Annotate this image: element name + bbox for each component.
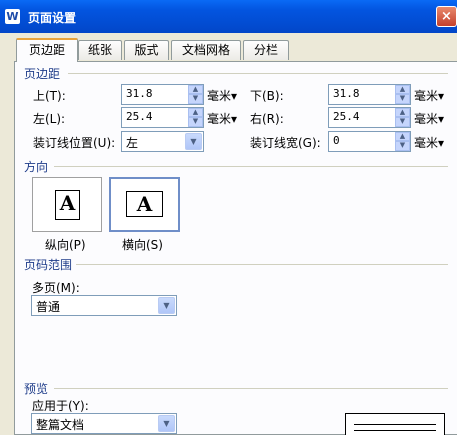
spin-down-icon[interactable]: ▼ (188, 94, 203, 104)
pages-section-title: 页码范围 (24, 258, 73, 272)
spin-up-icon[interactable]: ▲ (188, 85, 203, 94)
landscape-glyph: A (136, 192, 153, 216)
tab-paper[interactable]: 纸张 (78, 40, 122, 60)
orientation-divider (54, 166, 448, 167)
top-margin-label: 上(T): (33, 89, 66, 103)
gutter-width-value: 0 (333, 134, 340, 147)
close-button[interactable]: × (436, 6, 457, 27)
bottom-margin-label: 下(B): (250, 89, 284, 103)
gutter-width-unit[interactable]: 毫米▾ (414, 134, 444, 151)
bottom-margin-value: 31.8 (333, 87, 360, 100)
orientation-section-title: 方向 (24, 160, 49, 174)
preview-page (345, 413, 445, 435)
top-margin-unit[interactable]: 毫米▾ (207, 87, 237, 104)
spin-up-icon[interactable]: ▲ (395, 108, 410, 117)
spin-down-icon[interactable]: ▼ (395, 94, 410, 104)
tab-document-grid[interactable]: 文档网格 (171, 40, 241, 60)
landscape-option[interactable]: A (109, 177, 180, 232)
preview-text-line (354, 430, 436, 431)
portrait-page-icon: A (55, 190, 80, 220)
left-margin-unit[interactable]: 毫米▾ (207, 110, 237, 127)
top-margin-spinner[interactable]: 31.8 ▲ ▼ (121, 84, 204, 105)
spin-up-icon[interactable]: ▲ (395, 85, 410, 94)
right-margin-spinner[interactable]: 25.4 ▲ ▼ (328, 107, 411, 128)
bottom-margin-spinner[interactable]: 31.8 ▲ ▼ (328, 84, 411, 105)
spin-down-icon[interactable]: ▼ (395, 141, 410, 151)
left-margin-label: 左(L): (33, 112, 66, 126)
gutter-position-value: 左 (126, 136, 139, 150)
apply-to-value: 整篇文档 (36, 418, 85, 432)
landscape-label[interactable]: 横向(S) (122, 236, 163, 253)
chevron-down-icon[interactable]: ▼ (185, 133, 202, 150)
margins-divider (68, 73, 448, 74)
portrait-option[interactable]: A (32, 177, 102, 232)
top-margin-value: 31.8 (126, 87, 153, 100)
spin-down-icon[interactable]: ▼ (188, 117, 203, 127)
chevron-down-icon[interactable]: ▼ (158, 297, 175, 314)
spin-up-icon[interactable]: ▲ (188, 108, 203, 117)
multiple-pages-value: 普通 (36, 300, 61, 314)
right-margin-value: 25.4 (333, 110, 360, 123)
portrait-label[interactable]: 纵向(P) (45, 236, 86, 253)
spin-down-icon[interactable]: ▼ (395, 117, 410, 127)
preview-divider (54, 388, 448, 389)
left-margin-value: 25.4 (126, 110, 153, 123)
right-margin-label: 右(R): (250, 112, 284, 126)
preview-text-line (354, 424, 436, 425)
pages-divider (76, 264, 448, 265)
bottom-margin-unit[interactable]: 毫米▾ (414, 87, 444, 104)
preview-section-title: 预览 (24, 382, 49, 396)
apply-to-select[interactable]: 整篇文档 ▼ (31, 413, 177, 434)
tab-columns[interactable]: 分栏 (243, 40, 289, 60)
left-margin-spinner[interactable]: 25.4 ▲ ▼ (121, 107, 204, 128)
gutter-width-label: 装订线宽(G): (250, 136, 321, 150)
gutter-position-label: 装订线位置(U): (33, 136, 116, 150)
portrait-glyph: A (59, 191, 76, 215)
gutter-width-spinner[interactable]: 0 ▲ ▼ (328, 131, 411, 152)
chevron-down-icon[interactable]: ▼ (158, 415, 175, 432)
spin-up-icon[interactable]: ▲ (395, 132, 410, 141)
gutter-position-select[interactable]: 左 ▼ (121, 131, 204, 152)
landscape-page-icon: A (126, 191, 163, 217)
tab-margins[interactable]: 页边距 (16, 38, 78, 62)
margins-section-title: 页边距 (24, 67, 61, 81)
multiple-pages-select[interactable]: 普通 ▼ (31, 295, 177, 316)
tab-layout[interactable]: 版式 (124, 40, 169, 60)
apply-to-label: 应用于(Y): (32, 399, 89, 413)
app-icon: W (5, 9, 20, 24)
title-bar: W 页面设置 × (0, 0, 457, 33)
right-margin-unit[interactable]: 毫米▾ (414, 110, 444, 127)
multiple-pages-label: 多页(M): (32, 281, 80, 295)
dialog-title: 页面设置 (28, 11, 77, 25)
